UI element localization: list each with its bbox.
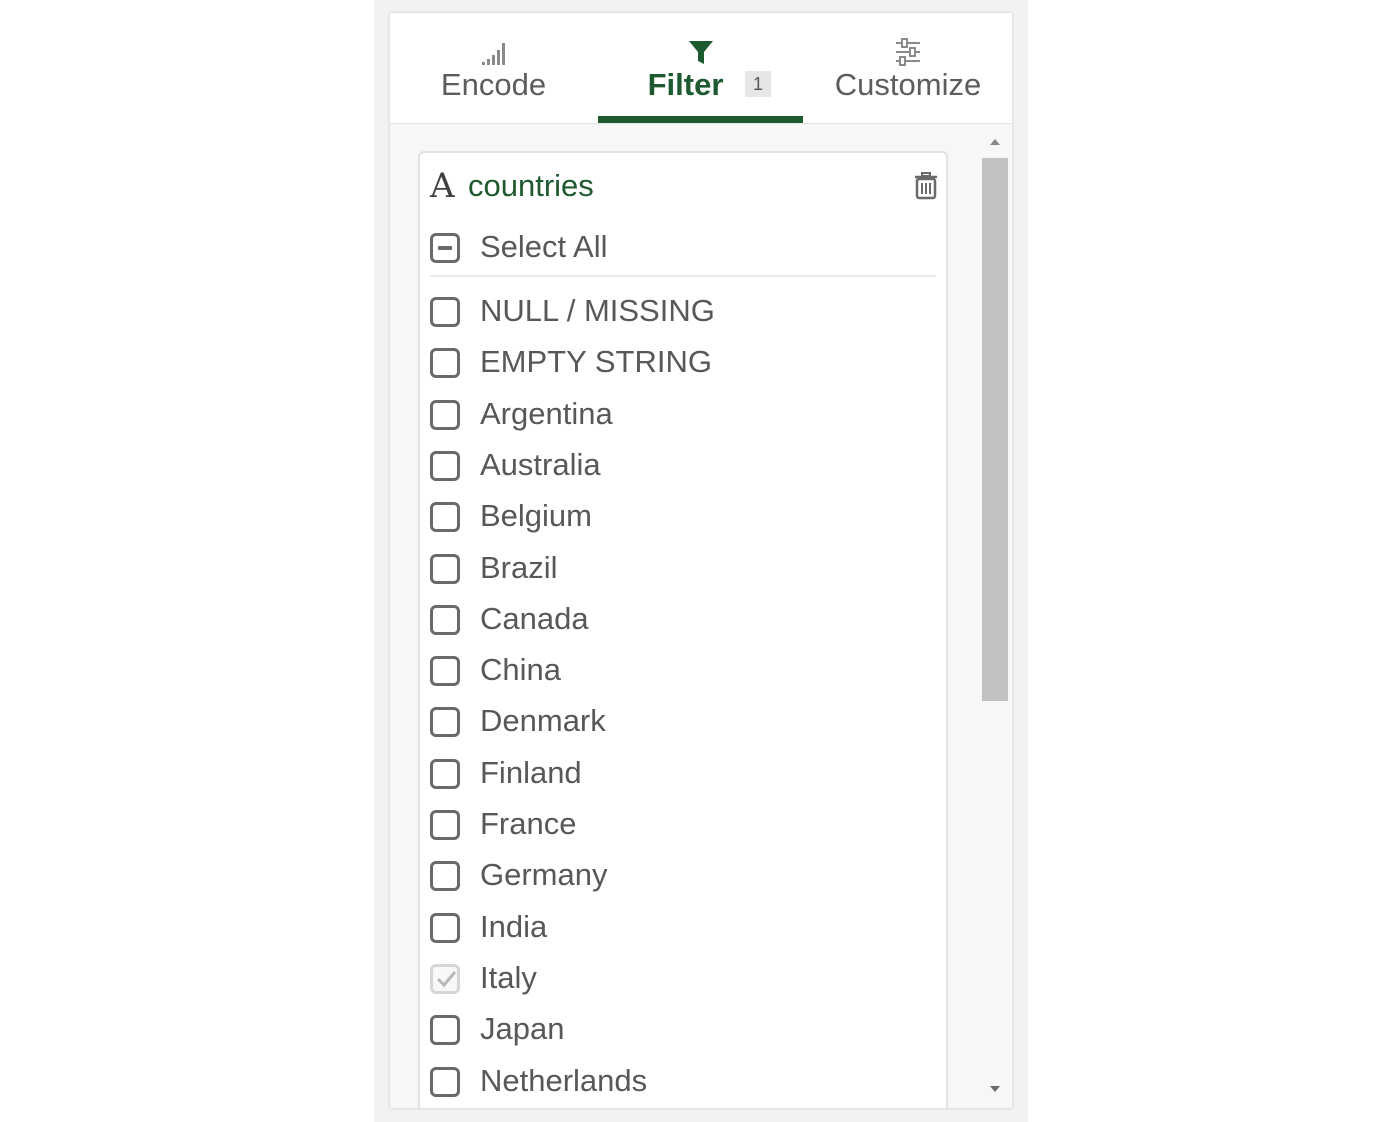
filter-count-badge: 1 bbox=[745, 71, 771, 97]
filter-option-label: NULL / MISSING bbox=[480, 293, 715, 328]
filter-option-row[interactable]: India bbox=[420, 907, 946, 953]
filter-option-checkbox[interactable] bbox=[430, 707, 460, 737]
filter-option-row[interactable]: EMPTY STRING bbox=[420, 342, 946, 388]
filter-option-label: Belgium bbox=[480, 498, 592, 533]
tab-bar: Encode Filter 1 Customize bbox=[390, 13, 1012, 123]
filter-option-checkbox[interactable] bbox=[430, 502, 460, 532]
select-all-row[interactable]: Select All bbox=[420, 227, 946, 273]
filter-option-row[interactable]: Belgium bbox=[420, 496, 946, 542]
tab-filter-label: Filter bbox=[647, 67, 724, 102]
field-name: countries bbox=[468, 168, 594, 203]
sliders-icon bbox=[896, 38, 920, 66]
filter-option-label: Canada bbox=[480, 601, 589, 636]
filter-option-row[interactable]: Canada bbox=[420, 599, 946, 645]
filter-option-row[interactable]: Brazil bbox=[420, 548, 946, 594]
stage: Encode Filter 1 Customize A countries Se… bbox=[0, 0, 1400, 1122]
filter-option-row[interactable]: Japan bbox=[420, 1009, 946, 1055]
filter-option-row[interactable]: NULL / MISSING bbox=[420, 291, 946, 337]
filter-option-checkbox[interactable] bbox=[430, 964, 460, 994]
select-all-label: Select All bbox=[480, 229, 608, 264]
filter-option-checkbox[interactable] bbox=[430, 1015, 460, 1045]
filter-option-row[interactable]: China bbox=[420, 650, 946, 696]
active-tab-indicator bbox=[598, 116, 803, 123]
scroll-up-arrow-icon[interactable] bbox=[987, 134, 1003, 150]
divider bbox=[430, 275, 936, 277]
chart-config-panel: Encode Filter 1 Customize A countries Se… bbox=[390, 13, 1012, 1108]
filter-option-checkbox[interactable] bbox=[430, 861, 460, 891]
filter-option-row[interactable]: Argentina bbox=[420, 394, 946, 440]
check-icon bbox=[436, 971, 457, 988]
filter-option-row[interactable]: Denmark bbox=[420, 701, 946, 747]
filter-option-label: Italy bbox=[480, 960, 537, 995]
filter-card: A countries Select All NULL / MISSING EM… bbox=[418, 151, 948, 1108]
tab-filter[interactable]: Filter 1 bbox=[597, 13, 804, 123]
filter-option-label: Netherlands bbox=[480, 1063, 648, 1098]
tab-encode-label: Encode bbox=[440, 67, 547, 102]
filter-option-checkbox[interactable] bbox=[430, 1067, 460, 1097]
tab-encode[interactable]: Encode bbox=[390, 13, 597, 123]
filter-option-label: Finland bbox=[480, 755, 582, 790]
filter-option-checkbox[interactable] bbox=[430, 400, 460, 430]
filter-option-label: Germany bbox=[480, 857, 608, 892]
filter-option-row[interactable]: France bbox=[420, 804, 946, 850]
filter-option-label: EMPTY STRING bbox=[480, 344, 712, 379]
scroll-thumb[interactable] bbox=[982, 158, 1008, 701]
filter-option-label: India bbox=[480, 909, 548, 944]
filter-option-label: Argentina bbox=[480, 396, 613, 431]
filter-option-row[interactable]: Italy bbox=[420, 958, 946, 1004]
filter-option-label: China bbox=[480, 652, 561, 687]
filter-option-checkbox[interactable] bbox=[430, 554, 460, 584]
text-field-type-icon: A bbox=[430, 166, 455, 206]
select-all-checkbox[interactable] bbox=[430, 233, 460, 263]
tab-customize-label: Customize bbox=[834, 67, 982, 102]
filter-option-row[interactable]: Finland bbox=[420, 753, 946, 799]
filter-option-checkbox[interactable] bbox=[430, 810, 460, 840]
tab-customize[interactable]: Customize bbox=[804, 13, 1012, 123]
filter-option-checkbox[interactable] bbox=[430, 913, 460, 943]
filter-option-checkbox[interactable] bbox=[430, 451, 460, 481]
filter-option-label: Japan bbox=[480, 1011, 565, 1046]
filter-option-checkbox[interactable] bbox=[430, 297, 460, 327]
filter-option-row[interactable]: Germany bbox=[420, 855, 946, 901]
filter-option-row[interactable]: Netherlands bbox=[420, 1061, 946, 1107]
bar-signal-icon bbox=[481, 43, 505, 65]
filter-option-label: Australia bbox=[480, 447, 601, 482]
filter-card-header: A countries bbox=[420, 153, 946, 219]
filter-option-label: Brazil bbox=[480, 550, 558, 585]
scrollbar[interactable] bbox=[980, 124, 1010, 1108]
filter-option-checkbox[interactable] bbox=[430, 759, 460, 789]
filter-option-checkbox[interactable] bbox=[430, 656, 460, 686]
funnel-icon bbox=[688, 41, 713, 64]
scroll-down-arrow-icon[interactable] bbox=[987, 1081, 1003, 1097]
filter-content: A countries Select All NULL / MISSING EM… bbox=[390, 123, 1012, 1108]
trash-icon[interactable] bbox=[912, 171, 940, 201]
filter-option-label: Denmark bbox=[480, 703, 606, 738]
filter-option-checkbox[interactable] bbox=[430, 605, 460, 635]
filter-option-checkbox[interactable] bbox=[430, 348, 460, 378]
filter-option-label: France bbox=[480, 806, 577, 841]
filter-option-row[interactable]: Australia bbox=[420, 445, 946, 491]
